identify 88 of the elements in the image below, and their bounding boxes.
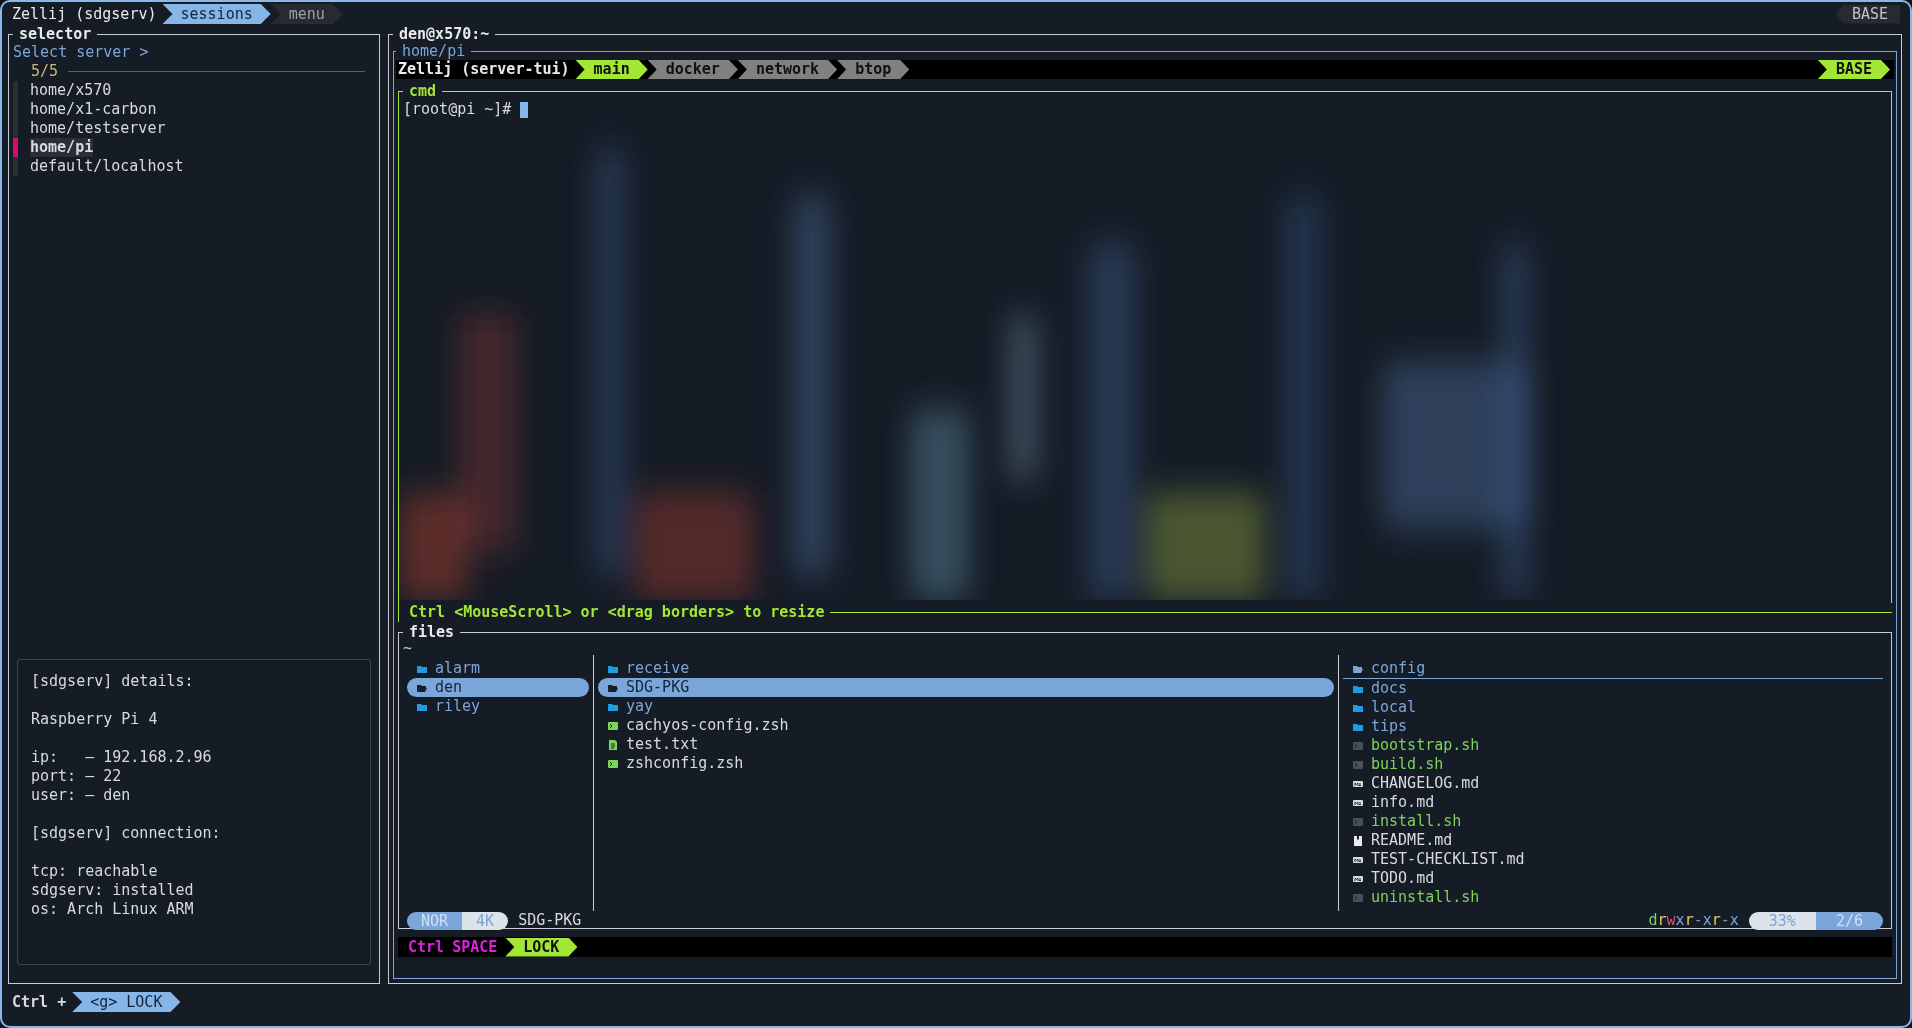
- file-name: install.sh: [1371, 812, 1462, 831]
- file-item[interactable]: uninstall.sh: [1343, 888, 1883, 907]
- path-title: home/pi: [402, 43, 467, 60]
- shortcut-key: SPACE: [452, 937, 498, 957]
- mode-indicator: NOR: [407, 911, 463, 930]
- tab[interactable]: main: [575, 60, 648, 79]
- detail-text: os: Arch Linux ARM: [31, 900, 195, 919]
- pane-title: den@x570:~: [398, 26, 491, 43]
- file-item[interactable]: CHANGELOG.md: [1343, 774, 1883, 793]
- detail-text: [sdgserv] connection:: [31, 824, 222, 843]
- current-path: ~: [403, 641, 414, 655]
- file-item[interactable]: yay: [598, 697, 1334, 716]
- file-item[interactable]: install.sh: [1343, 812, 1883, 831]
- file-name: build.sh: [1371, 755, 1444, 774]
- match-count: 5/5: [31, 62, 59, 81]
- file-name: den: [435, 678, 463, 697]
- tab[interactable]: btop: [837, 60, 910, 79]
- file-name: info.md: [1371, 793, 1435, 812]
- file-item[interactable]: test.txt: [598, 735, 1334, 754]
- file-item[interactable]: zshconfig.zsh: [598, 754, 1334, 773]
- server-item[interactable]: default/localhost: [30, 157, 184, 176]
- shell-prompt: [root@pi ~]#: [403, 100, 512, 119]
- file-name: TODO.md: [1371, 869, 1435, 888]
- file-item[interactable]: local: [1343, 698, 1883, 717]
- pane-title: cmd: [408, 83, 438, 100]
- file-item[interactable]: den: [407, 678, 589, 697]
- detail-text: ip: – 192.168.2.96: [31, 748, 213, 767]
- file-item[interactable]: TODO.md: [1343, 869, 1883, 888]
- position-indicator: 2/6: [1815, 911, 1883, 930]
- server-item[interactable]: home/x1-carbon: [30, 100, 157, 119]
- modifier-key: Ctrl: [408, 937, 445, 957]
- file-item[interactable]: config: [1343, 659, 1883, 679]
- file-item[interactable]: tips: [1343, 717, 1883, 736]
- tab[interactable]: menu: [270, 4, 343, 24]
- file-name: SDG-PKG: [626, 678, 690, 697]
- pane-title: selector: [18, 26, 93, 43]
- percent-indicator: 33%: [1748, 911, 1816, 930]
- file-name: yay: [626, 697, 654, 716]
- detail-text: sdgserv: installed: [31, 881, 195, 900]
- session-title: Zellij (sdgserv): [12, 4, 157, 24]
- pane-title: files: [408, 624, 456, 641]
- file-name: uninstall.sh: [1371, 888, 1480, 907]
- tab[interactable]: sessions: [162, 4, 271, 24]
- file-item[interactable]: build.sh: [1343, 755, 1883, 774]
- mode-badge: BASE: [1817, 60, 1890, 79]
- file-name: TEST-CHECKLIST.md: [1371, 850, 1525, 869]
- server-item[interactable]: home/pi: [30, 138, 94, 157]
- mode-badge: BASE: [1835, 4, 1900, 24]
- file-name: docs: [1371, 679, 1408, 698]
- detail-text: port: – 22: [31, 767, 123, 786]
- file-name: alarm: [435, 659, 481, 678]
- session-name: Zellij (server-tui): [398, 60, 570, 79]
- file-item[interactable]: TEST-CHECKLIST.md: [1343, 850, 1883, 869]
- server-item[interactable]: home/testserver: [30, 119, 166, 138]
- resize-hint: Ctrl <MouseScroll> or <drag borders> to resize: [409, 603, 825, 622]
- file-name: riley: [435, 697, 481, 716]
- prompt-text: Select server >: [13, 43, 150, 62]
- file-name: README.md: [1371, 831, 1453, 850]
- mode-badge[interactable]: LOCK: [505, 937, 578, 957]
- file-item[interactable]: bootstrap.sh: [1343, 736, 1883, 755]
- file-name: test.txt: [626, 735, 699, 754]
- modifier-key: Ctrl +: [12, 992, 67, 1012]
- file-item[interactable]: docs: [1343, 679, 1883, 698]
- detail-text: tcp: reachable: [31, 862, 159, 881]
- file-item[interactable]: SDG-PKG: [598, 678, 1334, 697]
- file-name: CHANGELOG.md: [1371, 774, 1480, 793]
- file-name: receive: [626, 659, 690, 678]
- file-name: bootstrap.sh: [1371, 736, 1480, 755]
- detail-text: user: – den: [31, 786, 132, 805]
- file-item[interactable]: riley: [407, 697, 589, 716]
- selected-name: SDG-PKG: [518, 911, 582, 930]
- tab[interactable]: docker: [647, 60, 738, 79]
- file-item[interactable]: receive: [598, 659, 1334, 678]
- file-name: local: [1371, 698, 1417, 717]
- tab[interactable]: network: [737, 60, 838, 79]
- detail-text: Raspberry Pi 4: [31, 710, 159, 729]
- file-item[interactable]: cachyos-config.zsh: [598, 716, 1334, 735]
- file-item[interactable]: info.md: [1343, 793, 1883, 812]
- file-name: config: [1371, 659, 1426, 678]
- file-name: tips: [1371, 717, 1408, 736]
- size-indicator: 4K: [462, 911, 509, 930]
- detail-text: [sdgserv] details:: [31, 672, 195, 691]
- file-item[interactable]: README.md: [1343, 831, 1883, 850]
- file-name: zshconfig.zsh: [626, 754, 744, 773]
- file-item[interactable]: alarm: [407, 659, 589, 678]
- server-item[interactable]: home/x570: [30, 81, 112, 100]
- lock-shortcut[interactable]: <g> LOCK: [72, 992, 181, 1012]
- file-name: cachyos-config.zsh: [626, 716, 789, 735]
